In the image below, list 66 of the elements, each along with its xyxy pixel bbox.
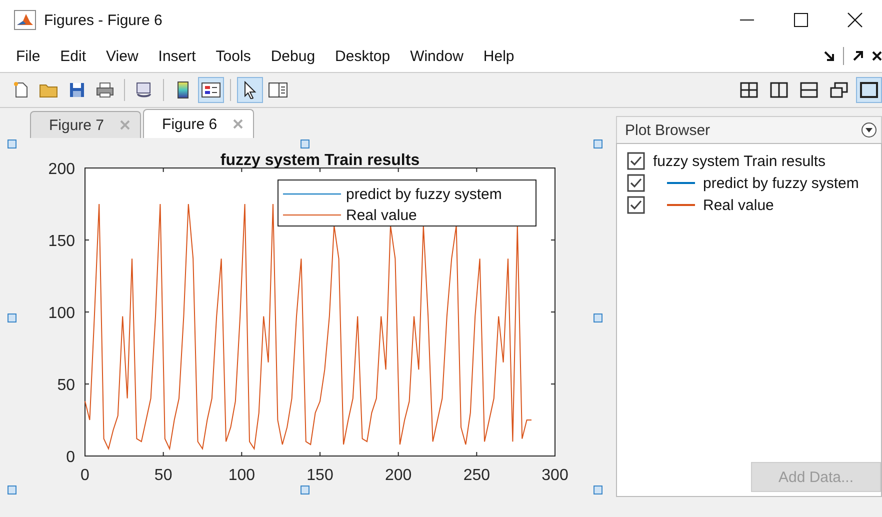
- floating-windows-icon: [830, 82, 848, 98]
- panel-title: Plot Browser: [625, 122, 710, 138]
- tick-label: 200: [384, 467, 412, 484]
- legend-label: predict by fuzzy system: [346, 186, 502, 203]
- menu-item[interactable]: Help: [475, 48, 522, 64]
- new-file-icon: [12, 81, 30, 99]
- checkbox[interactable]: [627, 196, 645, 214]
- app-logo-icon: [14, 10, 36, 30]
- printer-icon: [95, 81, 115, 99]
- menu-item[interactable]: Tools: [208, 48, 259, 64]
- dropdown-icon[interactable]: [861, 122, 877, 138]
- property-panel-icon: [268, 81, 288, 99]
- menu-item[interactable]: File: [8, 48, 48, 64]
- toolbar-button[interactable]: [237, 77, 263, 103]
- colorbar-icon: [177, 81, 189, 99]
- selection-handle[interactable]: [300, 140, 310, 148]
- selection-handle[interactable]: [8, 486, 16, 494]
- tick-label: 150: [306, 467, 334, 484]
- menu-item[interactable]: Window: [402, 48, 472, 64]
- rows-layout-icon: [800, 82, 818, 98]
- selection-handle[interactable]: [8, 314, 16, 322]
- tick-label: 150: [48, 233, 75, 250]
- tick-label: 250: [463, 467, 490, 484]
- legend-label: Real value: [346, 207, 417, 224]
- tick-label: 100: [48, 305, 75, 322]
- maximize-icon[interactable]: [794, 13, 808, 27]
- undock-arrow-icon[interactable]: [852, 50, 864, 62]
- tab[interactable]: Figure 6: [143, 109, 254, 138]
- checkbox[interactable]: [627, 174, 645, 192]
- tick-label: 200: [48, 161, 75, 178]
- tick-label: 50: [57, 377, 75, 394]
- grid-layout-icon: [740, 82, 758, 98]
- close-icon[interactable]: [872, 51, 882, 61]
- layout-button[interactable]: [856, 77, 882, 103]
- pointer-icon: [243, 81, 257, 99]
- chart-title: fuzzy system Train results: [220, 152, 420, 169]
- selection-handle[interactable]: [594, 314, 602, 322]
- minimize-icon[interactable]: [740, 19, 754, 21]
- close-icon[interactable]: [847, 12, 863, 28]
- selection-handle[interactable]: [300, 486, 310, 494]
- selection-handle[interactable]: [594, 486, 602, 494]
- legend-icon: [201, 81, 221, 99]
- tree-item[interactable]: predict by fuzzy system: [703, 174, 859, 192]
- single-layout-icon: [860, 82, 878, 98]
- tick-label: 50: [154, 467, 172, 484]
- tree-item[interactable]: fuzzy system Train results: [653, 152, 826, 170]
- toolbar-button[interactable]: [198, 77, 224, 103]
- selection-handle[interactable]: [594, 140, 602, 148]
- tree-item[interactable]: Real value: [703, 196, 774, 214]
- columns-layout-icon: [770, 82, 788, 98]
- tick-label: 0: [66, 449, 75, 466]
- save-icon: [68, 81, 86, 99]
- selection-handle[interactable]: [8, 140, 16, 148]
- window-title: Figures - Figure 6: [44, 12, 164, 28]
- menu-item[interactable]: Desktop: [327, 48, 398, 64]
- menu-item[interactable]: Edit: [52, 48, 94, 64]
- checkbox[interactable]: [627, 152, 645, 170]
- menu-item[interactable]: Debug: [262, 48, 324, 64]
- tab[interactable]: Figure 7: [30, 111, 142, 138]
- linked-plot-icon: [134, 81, 154, 99]
- tick-label: 300: [542, 467, 568, 484]
- dock-arrow-icon[interactable]: [823, 50, 835, 62]
- tick-label: 0: [80, 467, 90, 484]
- tick-label: 100: [228, 467, 256, 484]
- menu-item[interactable]: Insert: [150, 48, 204, 64]
- menu-item[interactable]: View: [98, 48, 146, 64]
